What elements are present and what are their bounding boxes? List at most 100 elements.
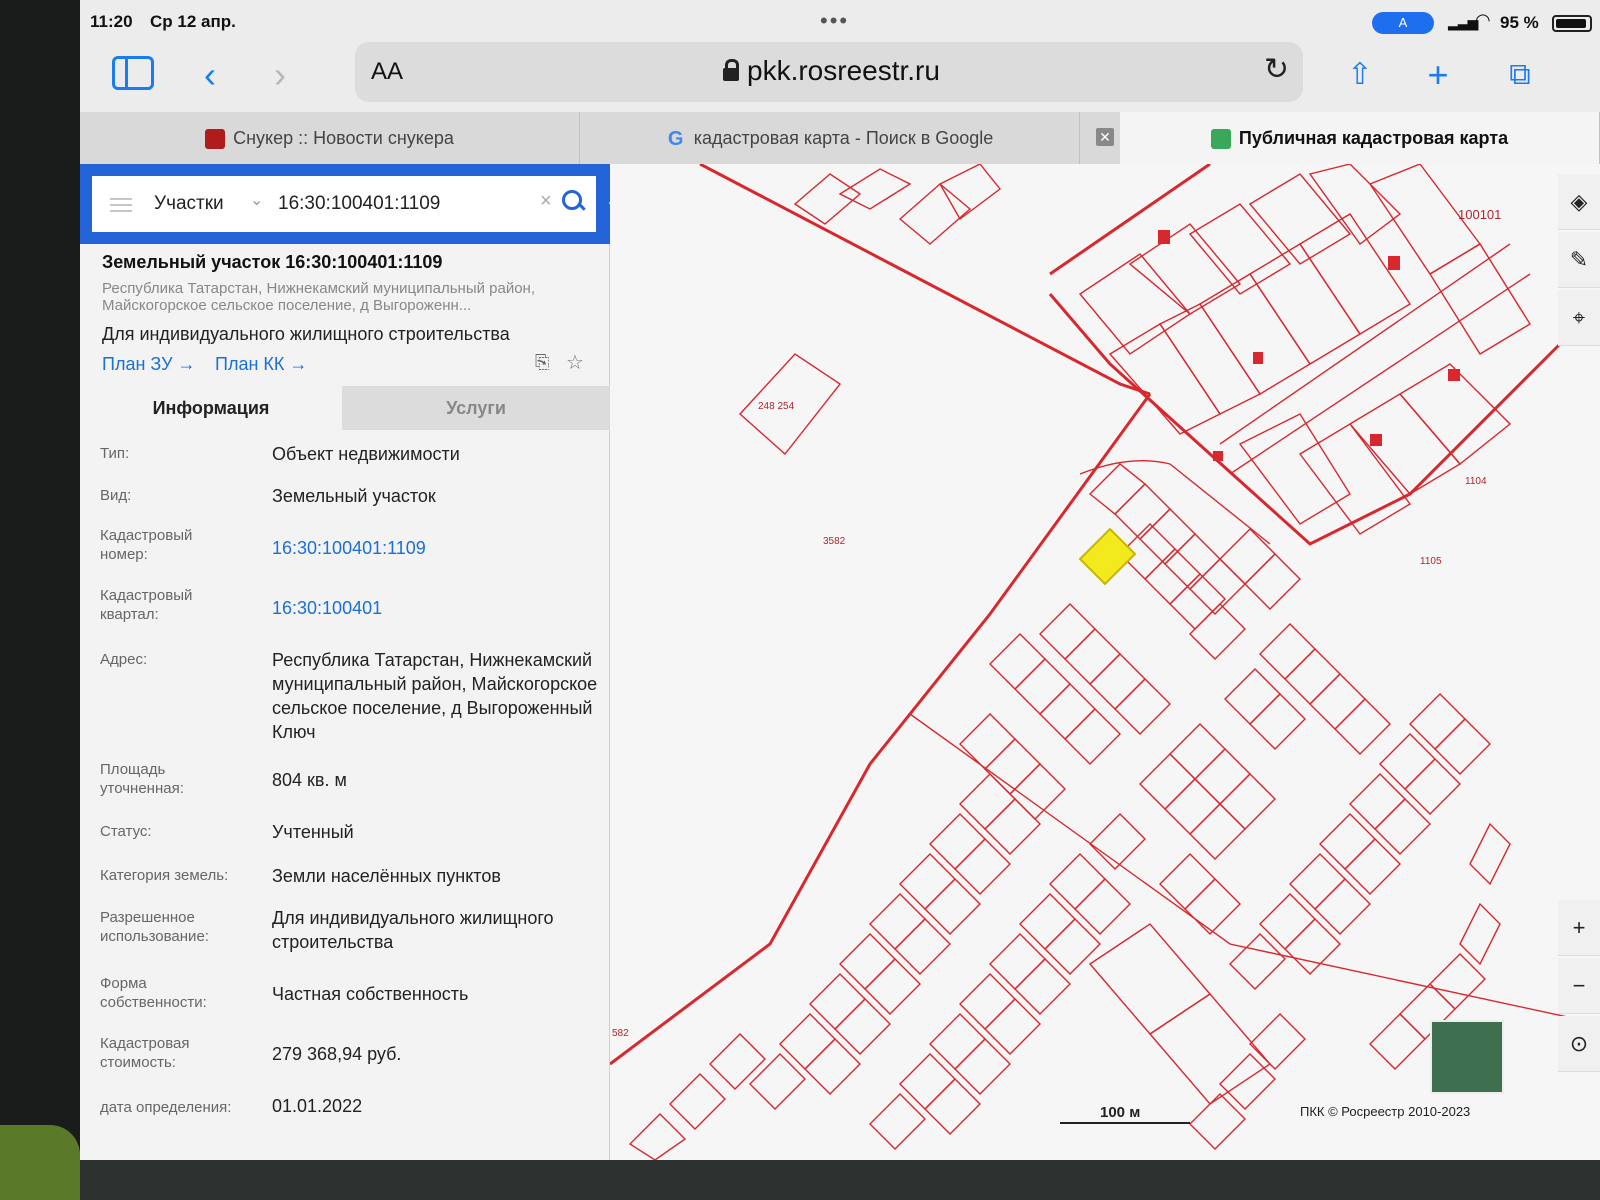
parcel-use: Для индивидуального жилищного строительс… bbox=[102, 324, 510, 344]
battery-percent: 95 % bbox=[1500, 13, 1539, 32]
forward-button[interactable]: › bbox=[255, 50, 305, 100]
battery-icon bbox=[1552, 15, 1592, 32]
street-boundary bbox=[909, 713, 1600, 1025]
tab-bar: Снукер :: Новости снукера Gкадастровая к… bbox=[80, 112, 1600, 164]
info-label: Статус: bbox=[100, 823, 152, 840]
info-label: Кадастровый номер: bbox=[100, 527, 193, 563]
locate-icon[interactable]: ⌖ bbox=[1558, 290, 1600, 346]
quarter-boundary bbox=[610, 393, 1152, 1066]
cad-number-link[interactable]: 16:30:100401:1109 bbox=[272, 536, 602, 560]
map-canvas[interactable]: 100101 248 254 3582 1104 1105 582 bbox=[610, 164, 1600, 1160]
menu-icon[interactable] bbox=[110, 198, 132, 212]
rosreestr-favicon-icon bbox=[1210, 129, 1231, 150]
tab-label: кадастровая карта - Поиск в Google bbox=[693, 128, 994, 148]
reader-mode-button[interactable]: AA bbox=[371, 58, 403, 86]
info-label: Разрешенное использование: bbox=[100, 909, 209, 945]
close-tab-icon[interactable]: ✕ bbox=[1096, 128, 1114, 146]
quarter-label: 100101 bbox=[1458, 207, 1501, 222]
new-tab-icon[interactable]: + bbox=[1413, 50, 1463, 100]
plan-zu-label: План ЗУ bbox=[102, 354, 173, 374]
plan-kk-link[interactable]: План КК → bbox=[215, 354, 307, 375]
tab-label: Снукер :: Новости снукера bbox=[233, 128, 454, 148]
cadastral-map[interactable]: 100101 248 254 3582 1104 1105 582 ◈ ✎ ⌖ … bbox=[610, 164, 1600, 1160]
info-value: Объект недвижимости bbox=[272, 444, 460, 464]
minimap[interactable] bbox=[1430, 1020, 1504, 1094]
info-value: Республика Татарстан, Нижнекамский муниц… bbox=[272, 650, 598, 742]
info-value: 01.01.2022 bbox=[272, 1096, 363, 1116]
status-date: Ср 12 апр. bbox=[150, 12, 236, 31]
tab-services[interactable]: Услуги bbox=[342, 386, 610, 430]
info-value: Земельный участок bbox=[272, 486, 436, 506]
zoom-out-icon[interactable]: − bbox=[1558, 958, 1600, 1014]
info-value: 804 кв. м bbox=[272, 770, 347, 790]
share-icon[interactable]: ⇧ bbox=[1335, 50, 1385, 100]
search-type-select[interactable]: Участки bbox=[154, 193, 224, 215]
signal-icon: ▂▃▅ bbox=[1448, 14, 1478, 30]
info-panel: Участки ⌄ × ‹ Земельный участок 16:30:10… bbox=[80, 164, 626, 1160]
clear-icon[interactable]: × bbox=[540, 190, 552, 213]
search-input[interactable] bbox=[278, 190, 528, 218]
quarter-boundary bbox=[1049, 164, 1211, 276]
page-content: Участки ⌄ × ‹ Земельный участок 16:30:10… bbox=[80, 164, 1600, 1160]
back-button[interactable]: ‹ bbox=[185, 50, 235, 100]
snooker-favicon-icon bbox=[205, 129, 226, 150]
tabs-overview-icon[interactable]: ⧉ bbox=[1495, 50, 1545, 100]
search-header: Участки ⌄ × ‹ bbox=[80, 164, 626, 244]
scale-bar bbox=[1060, 1122, 1190, 1124]
tab-cadastral-map[interactable]: Публичная кадастровая карта bbox=[1120, 112, 1600, 164]
info-label: дата определения: bbox=[100, 1099, 232, 1116]
chevron-down-icon[interactable]: ⌄ bbox=[250, 190, 263, 210]
google-favicon-icon: G bbox=[667, 128, 684, 151]
multitasking-dots-icon[interactable]: ••• bbox=[820, 8, 849, 34]
parcel-label: 582 bbox=[612, 1028, 629, 1039]
street-boundary bbox=[1219, 243, 1511, 445]
info-label: Площадь уточненная: bbox=[100, 761, 184, 797]
layers-icon[interactable]: ◈ bbox=[1558, 174, 1600, 230]
plan-zu-link[interactable]: План ЗУ → bbox=[102, 354, 196, 375]
quarter-boundary bbox=[699, 164, 1151, 396]
info-label: Кадастровый квартал: bbox=[100, 587, 193, 623]
info-label: Адрес: bbox=[100, 651, 148, 668]
map-copyright: ПКК © Росреестр 2010-2023 bbox=[1300, 1104, 1471, 1119]
focus-badge: A bbox=[1372, 12, 1434, 34]
status-bar: 11:20 Ср 12 апр. ••• A ▂▃▅ ◠ 95 % bbox=[80, 0, 1600, 40]
background-object bbox=[0, 1125, 80, 1200]
parcel-label: 248 254 bbox=[758, 401, 795, 412]
info-value: Для индивидуального жилищного строительс… bbox=[272, 908, 554, 952]
star-icon[interactable]: ☆ bbox=[566, 350, 584, 375]
info-label: Кадастровая стоимость: bbox=[100, 1035, 190, 1071]
info-tabs: Информация Услуги bbox=[80, 386, 610, 430]
parcel-label: 1105 bbox=[1420, 556, 1442, 567]
info-label: Категория земель: bbox=[100, 867, 229, 884]
zoom-in-icon[interactable]: + bbox=[1558, 900, 1600, 956]
wifi-icon: ◠ bbox=[1475, 10, 1491, 30]
tab-google[interactable]: Gкадастровая карта - Поиск в Google bbox=[580, 112, 1080, 164]
tablet-screen: 11:20 Ср 12 апр. ••• A ▂▃▅ ◠ 95 % ‹ › AA… bbox=[80, 0, 1600, 1160]
cad-quarter-link[interactable]: 16:30:100401 bbox=[272, 596, 602, 620]
tab-label: Публичная кадастровая карта bbox=[1238, 128, 1509, 148]
parcel-label: 3582 bbox=[823, 536, 846, 547]
tab-snooker[interactable]: Снукер :: Новости снукера bbox=[80, 112, 580, 164]
info-value: Учтенный bbox=[272, 822, 354, 842]
info-label: Форма собственности: bbox=[100, 975, 207, 1011]
address-bar[interactable]: AA pkk.rosreestr.ru ↻ bbox=[355, 42, 1303, 102]
document-search-icon[interactable]: ⎘ bbox=[535, 352, 553, 372]
search-box: Участки ⌄ × bbox=[92, 176, 596, 232]
lock-icon bbox=[723, 59, 739, 81]
browser-toolbar: ‹ › AA pkk.rosreestr.ru ↻ ⇧ + ⧉ bbox=[80, 42, 1600, 112]
info-label: Тип: bbox=[100, 445, 130, 462]
tab-info[interactable]: Информация bbox=[80, 386, 342, 430]
search-icon[interactable] bbox=[560, 188, 588, 216]
parcel[interactable] bbox=[898, 183, 972, 245]
parcel-block-south bbox=[628, 773, 1272, 1160]
reload-icon[interactable]: ↻ bbox=[1264, 52, 1289, 87]
plan-kk-label: План КК bbox=[215, 354, 285, 374]
compass-icon[interactable]: ⊙ bbox=[1558, 1016, 1600, 1072]
info-value: Земли населённых пунктов bbox=[272, 866, 501, 886]
parcel-block-center bbox=[959, 463, 1391, 935]
parcel-label: 1104 bbox=[1465, 476, 1487, 487]
ruler-icon[interactable]: ✎ bbox=[1558, 232, 1600, 288]
info-value: 279 368,94 руб. bbox=[272, 1044, 402, 1064]
sidebar-toggle-icon[interactable] bbox=[112, 56, 154, 90]
selected-parcel[interactable] bbox=[1078, 527, 1137, 586]
